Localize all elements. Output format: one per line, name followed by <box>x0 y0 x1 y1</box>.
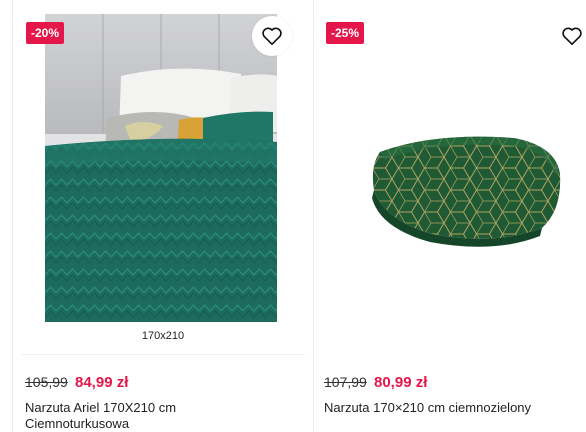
size-label: 170x210 <box>141 330 185 342</box>
discount-badge: -20% <box>26 22 65 44</box>
wishlist-button[interactable] <box>552 16 586 56</box>
heart-outline-icon <box>562 27 582 45</box>
price-row: 107,99 80,99 zł <box>324 374 427 391</box>
new-price: 84,99 zł <box>75 374 129 391</box>
discount-badge: -25% <box>326 22 365 44</box>
new-price: 80,99 zł <box>374 374 428 391</box>
product-image[interactable] <box>314 14 586 314</box>
divider <box>21 354 305 355</box>
heart-outline-icon <box>262 27 282 45</box>
bedspread-photo <box>45 14 277 322</box>
price-row: 105,99 84,99 zł <box>25 374 128 391</box>
wishlist-button[interactable] <box>252 16 292 56</box>
product-title-link[interactable]: Narzuta Ariel 170X210 cm Ciemnoturkusowa <box>25 400 235 432</box>
bedspread-photo <box>314 14 586 314</box>
old-price: 107,99 <box>324 374 367 390</box>
old-price: 105,99 <box>25 374 68 390</box>
product-card[interactable]: -20% 170x210 105,99 84,99 zł Narzuta Ari… <box>12 0 314 432</box>
product-card[interactable]: -25% 107,99 80,99 zł Narzuta 170×210 cm … <box>314 0 586 432</box>
product-title-link[interactable]: Narzuta 170×210 cm ciemnozielony <box>324 400 579 416</box>
product-image[interactable] <box>45 14 277 322</box>
